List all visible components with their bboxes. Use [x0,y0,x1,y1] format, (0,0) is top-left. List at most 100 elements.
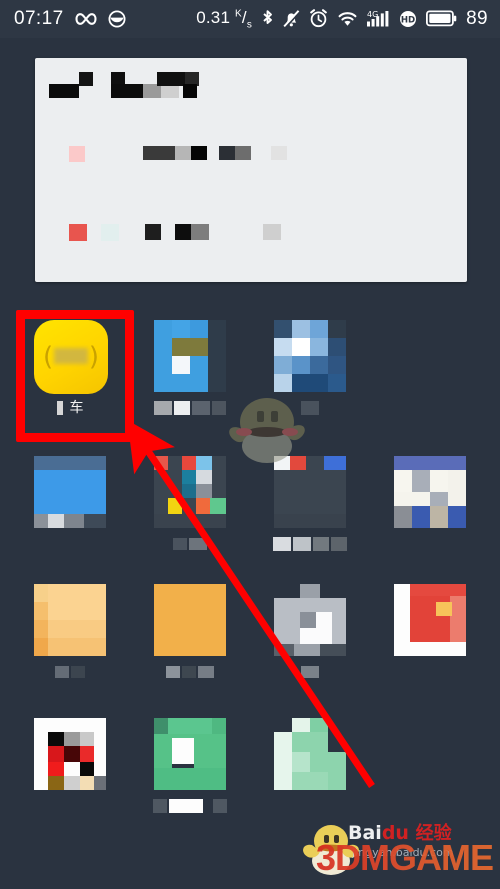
redacted-block [101,224,119,241]
mosaic-pixel [84,514,106,528]
mosaic-pixel [190,356,208,374]
mosaic-pixel [292,772,328,790]
mosaic-pixel [80,746,94,762]
mosaic-pixel [196,470,212,484]
app-3-0[interactable] [18,708,122,836]
mosaic-pixel [34,718,106,732]
mosaic-pixel [274,732,292,752]
mosaic-pixel [154,768,226,790]
mosaic-pixel [34,456,106,470]
redacted-line-3 [35,224,467,258]
mosaic-pixel [172,338,208,356]
status-bar-left: 07:17 [0,8,126,30]
mosaic-pixel [300,584,320,598]
mosaic-pixel [448,470,466,492]
mosaic-pixel [196,456,212,470]
app-2-3[interactable] [378,574,482,702]
app-icon-mosaic [34,584,106,656]
mosaic-pixel [300,628,332,644]
mosaic-pixel [154,584,226,656]
redacted-block [219,146,235,160]
app-icon-mosaic [274,320,346,392]
mosaic-pixel [212,470,226,484]
mosaic-pixel [394,584,410,656]
label-mosaic-block [182,666,196,678]
mosaic-pixel [274,598,346,612]
mosaic-pixel [410,584,466,596]
label-mosaic-block [213,799,227,813]
mosaic-pixel [430,506,448,528]
alarm-clock-icon [309,9,328,28]
app-label [378,536,482,552]
mosaic-pixel [94,762,106,776]
status-bar: 07:17 0.31 K/s 4G HD 89 [0,0,500,38]
mosaic-pixel [94,746,106,762]
app-3-1[interactable] [138,708,242,836]
app-1-0[interactable] [18,446,122,574]
label-mosaic-block [189,538,207,550]
mosaic-pixel [328,338,346,356]
status-bar-right: 0.31 K/s 4G HD 89 [196,8,500,30]
mosaic-pixel [34,620,48,638]
mosaic-pixel [394,470,412,492]
site-watermark-text: 3DMGAME [316,837,494,878]
mosaic-pixel [80,762,94,776]
app-2-0[interactable] [18,574,122,702]
mosaic-pixel [208,320,226,338]
mosaic-pixel [274,470,346,514]
mosaic-pixel [292,338,310,356]
data-saver-icon [108,10,126,28]
app-1-2[interactable] [258,446,362,574]
redacted-block [271,146,287,160]
hd-voice-icon: HD [399,10,417,28]
mosaic-pixel [332,628,346,644]
redacted-block [143,146,175,160]
mosaic-pixel [300,612,316,628]
mosaic-pixel [48,732,64,746]
mosaic-pixel [196,498,210,514]
mosaic-pixel [324,456,346,470]
redacted-block [161,84,179,98]
mosaic-pixel [48,762,64,776]
bluetooth-icon [261,9,274,28]
mosaic-pixel [64,514,84,528]
app-icon-mosaic [394,584,466,656]
redacted-block [69,224,87,241]
mosaic-pixel [168,456,182,470]
mosaic-pixel [182,470,196,484]
mosaic-pixel [430,492,448,506]
mosaic-pixel [328,772,346,790]
mosaic-pixel [210,498,226,514]
mosaic-pixel [64,762,80,776]
redacted-block [49,84,79,98]
mosaic-pixel [34,638,48,656]
mosaic-pixel [212,484,226,498]
redacted-widget-card[interactable] [35,58,467,282]
mosaic-pixel [34,514,48,528]
app-1-1[interactable] [138,446,242,574]
app-1-3[interactable] [378,446,482,574]
phone-screen: 07:17 0.31 K/s 4G HD 89 () 车 Baidu 经验 3… [0,0,500,889]
label-mosaic-block [153,799,167,813]
label-mosaic-block [71,666,85,678]
app-label [18,798,122,814]
label-mosaic-block [192,401,210,415]
app-2-2[interactable] [258,574,362,702]
mosaic-pixel [292,718,310,732]
mosaic-pixel [292,356,310,374]
infinity-icon [74,12,97,26]
mosaic-pixel [168,498,182,514]
mosaic-pixel [154,374,208,392]
mosaic-pixel [208,338,226,356]
mosaic-pixel [196,484,212,498]
app-icon-mosaic [274,456,346,528]
mosaic-pixel [154,498,168,514]
app-2-1[interactable] [138,574,242,702]
mosaic-pixel [64,746,80,762]
mosaic-pixel [320,644,346,656]
mosaic-pixel [48,584,106,602]
mosaic-pixel [34,584,48,602]
mosaic-pixel [274,612,300,628]
mosaic-pixel [34,732,48,746]
label-mosaic-block [174,401,190,415]
